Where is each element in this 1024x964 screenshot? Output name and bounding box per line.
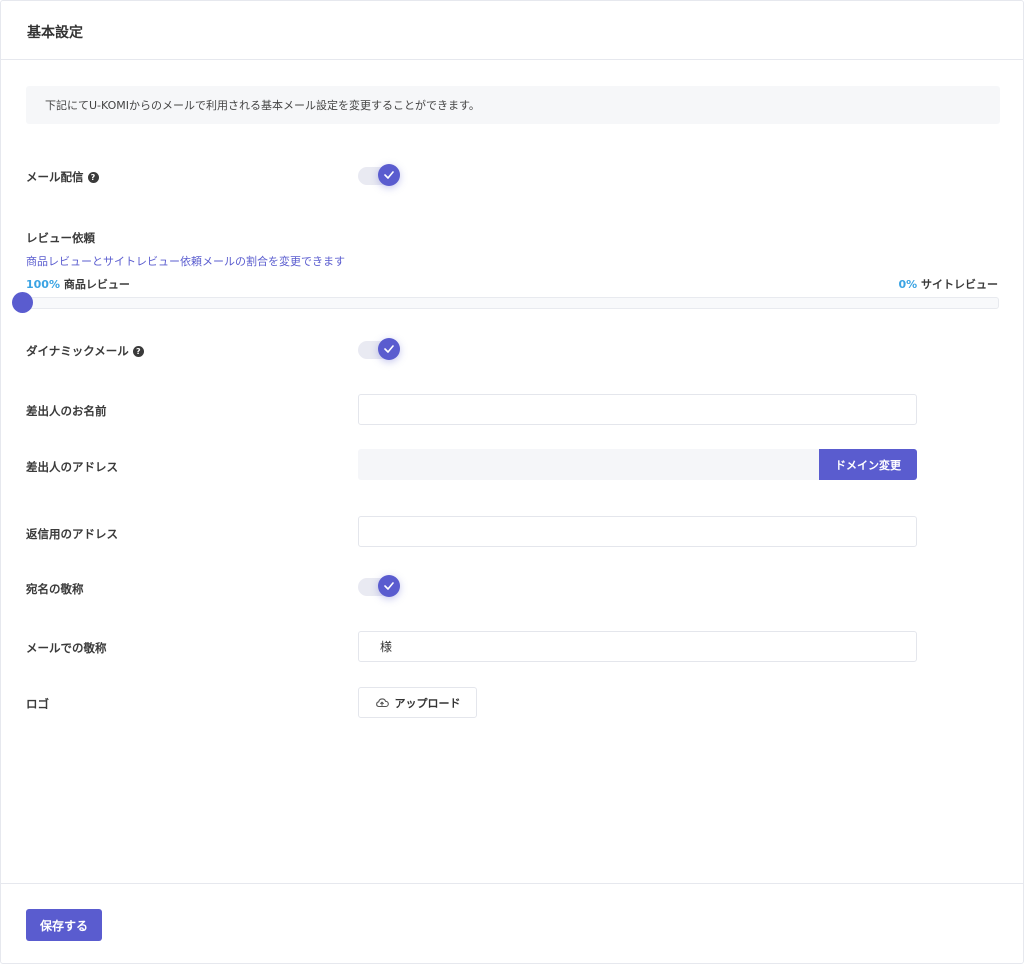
cloud-upload-icon bbox=[375, 698, 389, 708]
mail-honorific-label: メールでの敬称 bbox=[26, 641, 107, 655]
review-ratio-slider-thumb[interactable] bbox=[12, 292, 33, 313]
product-review-label: 商品レビュー bbox=[63, 278, 130, 291]
check-icon bbox=[378, 164, 400, 186]
logo-label: ロゴ bbox=[26, 697, 49, 711]
site-review-percent: 0% bbox=[898, 278, 918, 291]
question-circle-icon[interactable]: ? bbox=[132, 345, 144, 357]
mail-delivery-label: メール配信 ? bbox=[26, 169, 99, 185]
honorific-toggle[interactable] bbox=[358, 575, 402, 599]
product-review-percent: 100% bbox=[26, 278, 60, 291]
reply-address-input[interactable] bbox=[358, 516, 917, 547]
review-request-label: レビュー依頼 bbox=[26, 231, 95, 245]
dynamic-mail-label-text: ダイナミックメール bbox=[26, 344, 129, 358]
site-review-label: サイトレビュー bbox=[921, 278, 998, 291]
card-header: 基本設定 bbox=[1, 1, 1023, 60]
mail-delivery-label-text: メール配信 bbox=[26, 170, 84, 184]
sender-address-label: 差出人のアドレス bbox=[26, 460, 118, 474]
review-request-description: 商品レビューとサイトレビュー依頼メールの割合を変更できます bbox=[26, 255, 345, 268]
mail-delivery-toggle[interactable] bbox=[358, 164, 402, 188]
check-icon bbox=[378, 338, 400, 360]
check-icon bbox=[378, 575, 400, 597]
mail-honorific-input[interactable] bbox=[358, 631, 917, 662]
sender-address-field bbox=[358, 449, 819, 480]
product-review-ratio: 100% 商品レビュー bbox=[26, 276, 130, 292]
reply-address-label: 返信用のアドレス bbox=[26, 527, 118, 541]
basic-settings-card: 基本設定 下記にてU-KOMIからのメールで利用される基本メール設定を変更するこ… bbox=[0, 0, 1024, 964]
card-footer: 保存する bbox=[1, 883, 1023, 963]
notice-text: 下記にてU-KOMIからのメールで利用される基本メール設定を変更することができま… bbox=[45, 99, 480, 112]
site-review-ratio: 0% サイトレビュー bbox=[898, 276, 998, 292]
sender-name-input[interactable] bbox=[358, 394, 917, 425]
question-circle-icon[interactable]: ? bbox=[87, 171, 99, 183]
dynamic-mail-label: ダイナミックメール ? bbox=[26, 343, 144, 359]
info-notice: 下記にてU-KOMIからのメールで利用される基本メール設定を変更することができま… bbox=[26, 86, 1000, 124]
page-title: 基本設定 bbox=[27, 25, 83, 41]
dynamic-mail-toggle[interactable] bbox=[358, 338, 402, 362]
save-button[interactable]: 保存する bbox=[26, 909, 102, 941]
upload-button[interactable]: アップロード bbox=[358, 687, 477, 718]
sender-name-label: 差出人のお名前 bbox=[26, 404, 107, 418]
upload-button-label: アップロード bbox=[394, 696, 461, 710]
review-ratio-slider-track[interactable] bbox=[22, 297, 999, 309]
domain-change-button[interactable]: ドメイン変更 bbox=[819, 449, 917, 480]
honorific-toggle-label: 宛名の敬称 bbox=[26, 582, 84, 596]
